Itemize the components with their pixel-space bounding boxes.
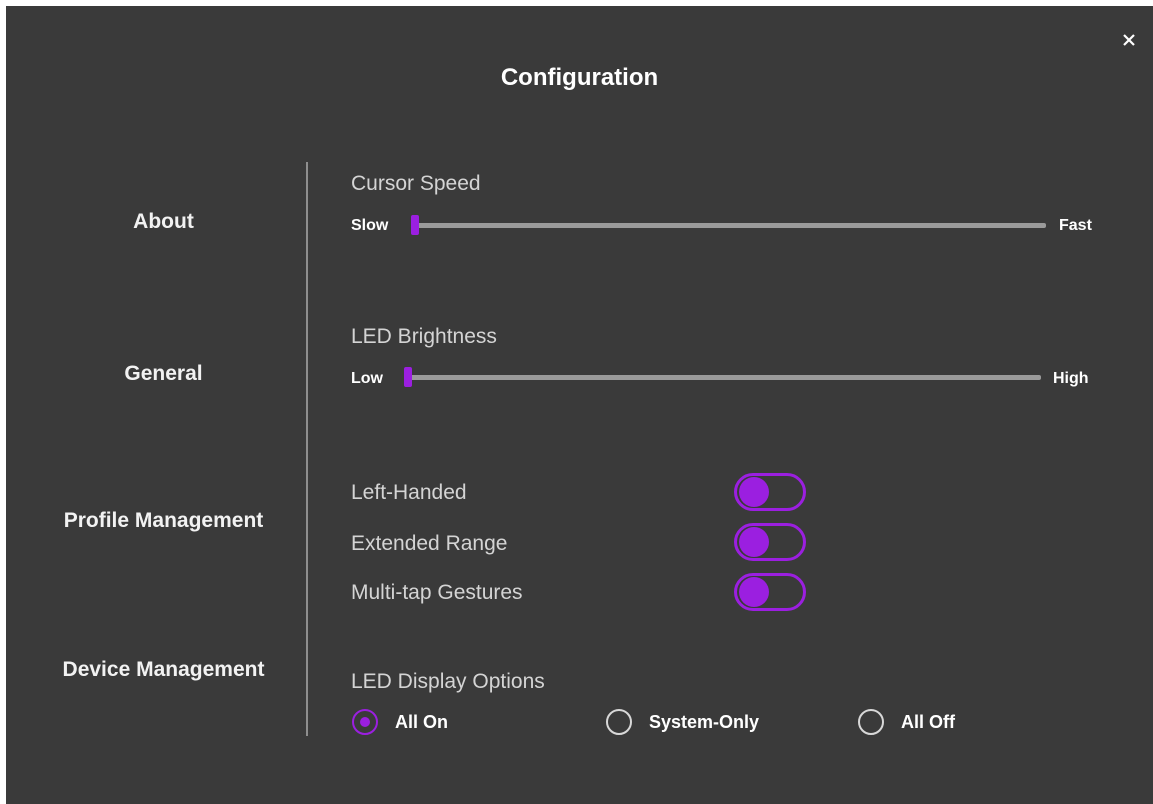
radio-unselected-icon (606, 709, 632, 735)
radio-all-on-label: All On (395, 712, 448, 732)
configuration-dialog: Configuration About General Profile Mana… (6, 6, 1153, 804)
radio-dot-icon (360, 717, 370, 727)
nav-item-general[interactable]: General (26, 362, 301, 386)
radio-selected-icon (352, 709, 378, 735)
radio-all-off-label: All Off (901, 712, 955, 732)
multi-tap-gestures-label: Multi-tap Gestures (351, 581, 523, 604)
cursor-speed-label: Cursor Speed (351, 172, 481, 195)
led-brightness-label: LED Brightness (351, 325, 497, 348)
left-handed-toggle[interactable] (734, 473, 806, 511)
nav-divider (306, 162, 308, 736)
nav-item-about[interactable]: About (26, 210, 301, 234)
led-brightness-slider-track[interactable] (406, 375, 1041, 380)
close-icon (1123, 34, 1135, 46)
nav-item-device-management[interactable]: Device Management (26, 658, 301, 682)
left-handed-label: Left-Handed (351, 481, 467, 504)
multi-tap-gestures-toggle[interactable] (734, 573, 806, 611)
dialog-title: Configuration (500, 64, 659, 91)
extended-range-toggle[interactable] (734, 523, 806, 561)
cursor-speed-max-label: Fast (1059, 217, 1092, 234)
cursor-speed-min-label: Slow (351, 217, 389, 234)
radio-unselected-icon (858, 709, 884, 735)
led-brightness-min-label: Low (351, 370, 383, 387)
extended-range-label: Extended Range (351, 532, 508, 555)
led-brightness-max-label: High (1053, 370, 1089, 387)
radio-system-only-label: System-Only (649, 712, 760, 732)
close-button[interactable] (1119, 30, 1139, 50)
toggle-knob (739, 527, 769, 557)
cursor-speed-slider-track[interactable] (413, 223, 1046, 228)
nav-item-profile-management[interactable]: Profile Management (26, 509, 301, 533)
led-display-options-label: LED Display Options (351, 670, 545, 693)
led-brightness-slider-thumb[interactable] (404, 367, 412, 387)
cursor-speed-slider-thumb[interactable] (411, 215, 419, 235)
toggle-knob (739, 477, 769, 507)
toggle-knob (739, 577, 769, 607)
